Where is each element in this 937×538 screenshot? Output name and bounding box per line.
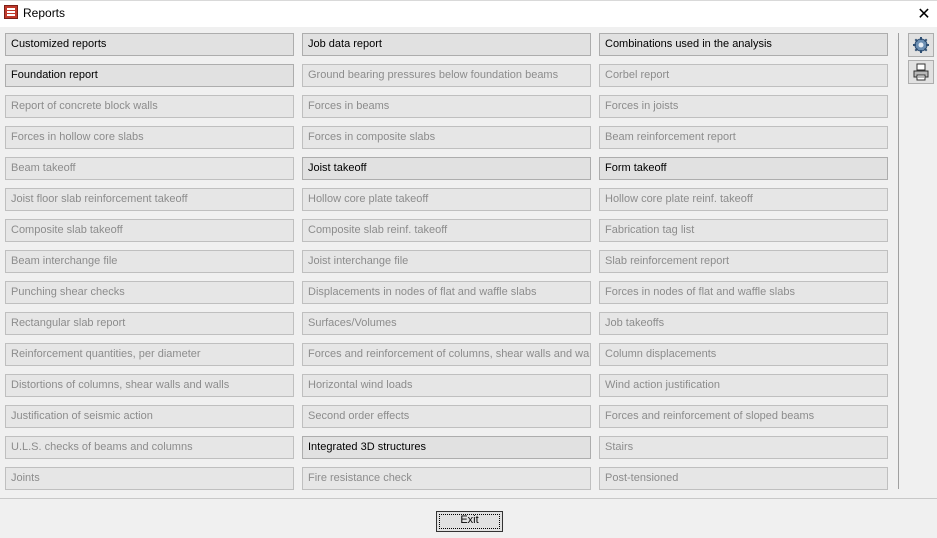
dialog-footer: Exit: [0, 498, 937, 538]
report-button-foundation-report[interactable]: Foundation report: [5, 64, 294, 87]
report-button-justification-of-seismic-action[interactable]: Justification of seismic action: [5, 405, 294, 428]
report-button-distortions-of-columns-shear-walls-and-walls[interactable]: Distortions of columns, shear walls and …: [5, 374, 294, 397]
top-border: [0, 0, 937, 1]
settings-button[interactable]: [908, 33, 934, 57]
report-button-forces-in-joists[interactable]: Forces in joists: [599, 95, 888, 118]
report-button-customized-reports[interactable]: Customized reports: [5, 33, 294, 56]
report-button-forces-in-hollow-core-slabs[interactable]: Forces in hollow core slabs: [5, 126, 294, 149]
report-button-punching-shear-checks[interactable]: Punching shear checks: [5, 281, 294, 304]
report-button-forces-in-composite-slabs[interactable]: Forces in composite slabs: [302, 126, 591, 149]
report-button-joist-interchange-file[interactable]: Joist interchange file: [302, 250, 591, 273]
print-button[interactable]: [908, 60, 934, 84]
report-button-slab-reinforcement-report[interactable]: Slab reinforcement report: [599, 250, 888, 273]
report-button-horizontal-wind-loads[interactable]: Horizontal wind loads: [302, 374, 591, 397]
report-button-joist-takeoff[interactable]: Joist takeoff: [302, 157, 591, 180]
report-button-composite-slab-takeoff[interactable]: Composite slab takeoff: [5, 219, 294, 242]
report-button-forces-in-beams[interactable]: Forces in beams: [302, 95, 591, 118]
gear-icon: [913, 37, 929, 53]
report-button-forces-in-nodes-of-flat-and-waffle-slabs[interactable]: Forces in nodes of flat and waffle slabs: [599, 281, 888, 304]
report-button-post-tensioned[interactable]: Post-tensioned: [599, 467, 888, 490]
close-icon: ✕: [917, 5, 931, 23]
report-button-job-takeoffs[interactable]: Job takeoffs: [599, 312, 888, 335]
report-button-hollow-core-plate-reinf-takeoff[interactable]: Hollow core plate reinf. takeoff: [599, 188, 888, 211]
report-button-joints[interactable]: Joints: [5, 467, 294, 490]
report-button-column-displacements[interactable]: Column displacements: [599, 343, 888, 366]
app-logo-icon: [4, 5, 18, 19]
report-button-rectangular-slab-report[interactable]: Rectangular slab report: [5, 312, 294, 335]
window-title: Reports: [23, 6, 66, 20]
report-button-forces-and-reinforcement-of-sloped-beams[interactable]: Forces and reinforcement of sloped beams: [599, 405, 888, 428]
report-button-job-data-report[interactable]: Job data report: [302, 33, 591, 56]
report-button-forces-and-reinforcement-of-columns-shear-walls-and-walls[interactable]: Forces and reinforcement of columns, she…: [302, 343, 591, 366]
report-button-wind-action-justification[interactable]: Wind action justification: [599, 374, 888, 397]
report-button-report-of-concrete-block-walls[interactable]: Report of concrete block walls: [5, 95, 294, 118]
report-button-second-order-effects[interactable]: Second order effects: [302, 405, 591, 428]
report-button-beam-reinforcement-report[interactable]: Beam reinforcement report: [599, 126, 888, 149]
report-button-u-l-s-checks-of-beams-and-columns[interactable]: U.L.S. checks of beams and columns: [5, 436, 294, 459]
report-button-beam-takeoff[interactable]: Beam takeoff: [5, 157, 294, 180]
report-button-ground-bearing-pressures-below-foundation-beams[interactable]: Ground bearing pressures below foundatio…: [302, 64, 591, 87]
reports-panel: Customized reports Foundation report Repor…: [0, 27, 937, 498]
title-bar: Reports ✕: [0, 0, 937, 27]
close-button[interactable]: ✕: [911, 0, 937, 27]
report-button-hollow-core-plate-takeoff[interactable]: Hollow core plate takeoff: [302, 188, 591, 211]
exit-button[interactable]: Exit: [436, 511, 503, 532]
report-button-combinations-used-in-the-analysis[interactable]: Combinations used in the analysis: [599, 33, 888, 56]
report-button-form-takeoff[interactable]: Form takeoff: [599, 157, 888, 180]
report-button-displacements-in-nodes-of-flat-and-waffle-slabs[interactable]: Displacements in nodes of flat and waffl…: [302, 281, 591, 304]
report-button-surfaces-volumes[interactable]: Surfaces/Volumes: [302, 312, 591, 335]
report-button-fire-resistance-check[interactable]: Fire resistance check: [302, 467, 591, 490]
report-button-corbel-report[interactable]: Corbel report: [599, 64, 888, 87]
report-button-beam-interchange-file[interactable]: Beam interchange file: [5, 250, 294, 273]
printer-icon: [913, 63, 929, 81]
report-button-stairs[interactable]: Stairs: [599, 436, 888, 459]
report-button-fabrication-tag-list[interactable]: Fabrication tag list: [599, 219, 888, 242]
toolbar-separator: [898, 33, 899, 489]
report-button-joist-floor-slab-reinforcement-takeoff[interactable]: Joist floor slab reinforcement takeoff: [5, 188, 294, 211]
report-button-composite-slab-reinf-takeoff[interactable]: Composite slab reinf. takeoff: [302, 219, 591, 242]
report-button-integrated-3d-structures[interactable]: Integrated 3D structures: [302, 436, 591, 459]
report-button-reinforcement-quantities-per-diameter[interactable]: Reinforcement quantities, per diameter: [5, 343, 294, 366]
